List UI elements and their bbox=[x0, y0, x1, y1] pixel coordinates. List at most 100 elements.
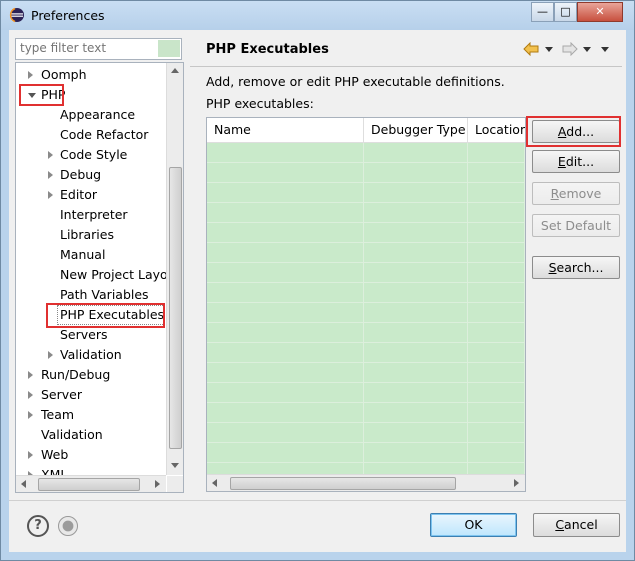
column-header-location[interactable]: Location bbox=[468, 118, 525, 142]
table-body[interactable] bbox=[207, 143, 525, 475]
tree-item[interactable]: Debug bbox=[16, 165, 166, 185]
table-horizontal-scrollbar[interactable] bbox=[207, 474, 525, 491]
eclipse-app-icon bbox=[9, 7, 24, 23]
tree-item-label: Run/Debug bbox=[41, 367, 111, 382]
column-header-debugger-type[interactable]: Debugger Type bbox=[364, 118, 468, 142]
filter-field[interactable] bbox=[15, 38, 182, 60]
scroll-right-icon[interactable] bbox=[155, 480, 160, 488]
tree-item[interactable]: Editor bbox=[16, 185, 166, 205]
tree-item[interactable]: Run/Debug bbox=[16, 365, 166, 385]
close-button[interactable]: ✕ bbox=[577, 2, 623, 22]
tree-item-label: Libraries bbox=[60, 227, 114, 242]
view-menu-icon[interactable] bbox=[601, 47, 609, 52]
tree-item-label: Validation bbox=[41, 427, 103, 442]
table-cell bbox=[207, 183, 364, 203]
table-cell bbox=[364, 283, 468, 303]
maximize-button[interactable]: □ bbox=[554, 2, 577, 22]
tree-item[interactable]: Path Variables bbox=[16, 285, 166, 305]
table-scroll-left-icon[interactable] bbox=[212, 479, 217, 487]
table-cell bbox=[207, 263, 364, 283]
title-separator bbox=[190, 66, 622, 67]
scroll-up-icon[interactable] bbox=[171, 68, 179, 73]
panel-sash[interactable] bbox=[186, 62, 190, 492]
table-cell bbox=[468, 183, 525, 203]
table-cell bbox=[207, 403, 364, 423]
tree-item[interactable]: Code Refactor bbox=[16, 125, 166, 145]
collapsed-twisty-icon[interactable] bbox=[48, 151, 53, 159]
table-label: PHP executables: bbox=[206, 96, 314, 111]
forward-dropdown-icon[interactable] bbox=[583, 47, 591, 52]
table-scroll-right-icon[interactable] bbox=[514, 479, 519, 487]
collapsed-twisty-icon[interactable] bbox=[48, 171, 53, 179]
tree-rows: Oomph PHP Appearance Code Refactor Code Styl… bbox=[16, 63, 166, 475]
tree-item[interactable]: Code Style bbox=[16, 145, 166, 165]
tree-scroll-thumb[interactable] bbox=[169, 167, 182, 449]
set-default-button[interactable]: Set Default bbox=[532, 214, 620, 237]
tree-item[interactable]: Manual bbox=[16, 245, 166, 265]
table-cell bbox=[364, 383, 468, 403]
table-cell bbox=[468, 143, 525, 163]
record-icon[interactable] bbox=[58, 516, 78, 536]
ok-button[interactable]: OK bbox=[430, 513, 517, 537]
tree-item-label: Path Variables bbox=[60, 287, 149, 302]
collapsed-twisty-icon[interactable] bbox=[28, 451, 33, 459]
navigation-bar bbox=[520, 40, 620, 58]
php-executables-highlight-box bbox=[46, 303, 165, 328]
tree-item[interactable]: Team bbox=[16, 405, 166, 425]
tree-item-label: Server bbox=[41, 387, 82, 402]
php-executables-table[interactable]: Name Debugger Type Location bbox=[206, 117, 526, 492]
table-hscroll-thumb[interactable] bbox=[230, 477, 456, 490]
tree-item-label: Manual bbox=[60, 247, 106, 262]
tree-item[interactable]: Server bbox=[16, 385, 166, 405]
tree-item[interactable]: Servers bbox=[16, 325, 166, 345]
tree-item-label: Web bbox=[41, 447, 69, 462]
table-cell bbox=[207, 343, 364, 363]
search-button-label: earch... bbox=[556, 260, 604, 275]
table-cell bbox=[468, 303, 525, 323]
table-cell bbox=[207, 283, 364, 303]
table-header: Name Debugger Type Location bbox=[207, 118, 525, 143]
edit-button[interactable]: Edit... bbox=[532, 150, 620, 173]
collapsed-twisty-icon[interactable] bbox=[48, 351, 53, 359]
table-cell bbox=[207, 203, 364, 223]
tree-horizontal-scrollbar[interactable] bbox=[16, 475, 166, 492]
tree-item[interactable]: New Project Layout bbox=[16, 265, 166, 285]
scroll-left-icon[interactable] bbox=[21, 480, 26, 488]
tree-item[interactable]: Validation bbox=[16, 345, 166, 365]
help-icon[interactable]: ? bbox=[27, 515, 49, 537]
tree-vertical-scrollbar[interactable] bbox=[166, 63, 183, 475]
collapsed-twisty-icon[interactable] bbox=[28, 371, 33, 379]
tree-item-label: Servers bbox=[60, 327, 108, 342]
tree-item[interactable]: Libraries bbox=[16, 225, 166, 245]
scroll-down-icon[interactable] bbox=[171, 463, 179, 468]
tree-item[interactable]: Appearance bbox=[16, 105, 166, 125]
title-bar: Preferences — □ ✕ bbox=[1, 1, 634, 30]
cancel-button[interactable]: Cancel bbox=[533, 513, 620, 537]
table-cell bbox=[207, 143, 364, 163]
table-cell bbox=[468, 443, 525, 463]
collapsed-twisty-icon[interactable] bbox=[28, 391, 33, 399]
back-dropdown-icon[interactable] bbox=[545, 47, 553, 52]
collapsed-twisty-icon[interactable] bbox=[28, 71, 33, 79]
collapsed-twisty-icon[interactable] bbox=[48, 191, 53, 199]
remove-button[interactable]: Remove bbox=[532, 182, 620, 205]
tree-item[interactable]: Web bbox=[16, 445, 166, 465]
minimize-button[interactable]: — bbox=[531, 2, 554, 22]
tree-item[interactable]: Interpreter bbox=[16, 205, 166, 225]
tree-item[interactable]: XML bbox=[16, 465, 166, 475]
back-arrow-icon[interactable] bbox=[523, 42, 539, 56]
search-button[interactable]: Search... bbox=[532, 256, 620, 279]
table-cell bbox=[207, 243, 364, 263]
clear-filter-icon[interactable] bbox=[158, 40, 180, 57]
tree-item[interactable]: Oomph bbox=[16, 65, 166, 85]
tree-item-label: Validation bbox=[60, 347, 122, 362]
column-header-name[interactable]: Name bbox=[207, 118, 364, 142]
table-cell bbox=[364, 243, 468, 263]
page-title: PHP Executables bbox=[206, 42, 329, 57]
collapsed-twisty-icon[interactable] bbox=[28, 411, 33, 419]
forward-arrow-icon[interactable] bbox=[562, 42, 578, 56]
tree-item[interactable]: Validation bbox=[16, 425, 166, 445]
filter-input[interactable] bbox=[16, 39, 162, 57]
php-highlight-box bbox=[19, 84, 64, 106]
tree-hscroll-thumb[interactable] bbox=[38, 478, 140, 491]
